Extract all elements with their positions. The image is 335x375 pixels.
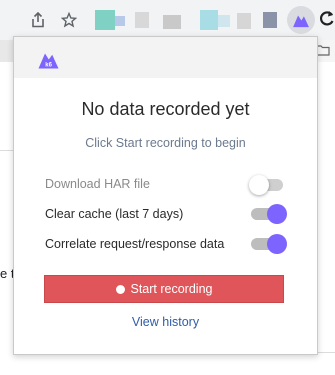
folder-icon[interactable] — [316, 44, 330, 59]
k6-recorder-popup: k6 No data recorded yet Click Start reco… — [13, 36, 318, 355]
empty-state-subtitle: Click Start recording to begin — [85, 136, 246, 150]
start-recording-button[interactable]: Start recording — [44, 275, 284, 303]
toggle-knob — [249, 175, 269, 195]
option-correlate-label: Correlate request/response data — [45, 237, 225, 251]
k6-extension-icon[interactable] — [287, 6, 315, 34]
correlate-data-toggle[interactable] — [251, 234, 287, 254]
view-history-link[interactable]: View history — [14, 315, 317, 329]
browser-toolbar — [0, 0, 335, 40]
toggle-knob — [267, 234, 287, 254]
svg-text:k6: k6 — [45, 63, 52, 69]
reload-icon[interactable] — [319, 9, 335, 31]
share-icon[interactable] — [27, 9, 49, 31]
record-dot-icon — [115, 284, 125, 294]
popup-header: k6 — [14, 37, 317, 78]
background-text: e th — [0, 266, 13, 281]
k6-logo: k6 — [38, 51, 59, 69]
toggle-knob — [267, 204, 287, 224]
background-tab-strip — [0, 40, 13, 62]
option-download-har-label: Download HAR file — [45, 177, 150, 191]
empty-state-title: No data recorded yet — [81, 99, 250, 119]
download-har-toggle[interactable] — [249, 175, 285, 195]
star-icon[interactable] — [58, 9, 80, 31]
clear-cache-toggle[interactable] — [251, 204, 287, 224]
extension-icons — [95, 7, 285, 33]
start-recording-label: Start recording — [130, 282, 213, 296]
option-clear-cache-label: Clear cache (last 7 days) — [45, 207, 184, 221]
background-divider — [0, 150, 13, 151]
